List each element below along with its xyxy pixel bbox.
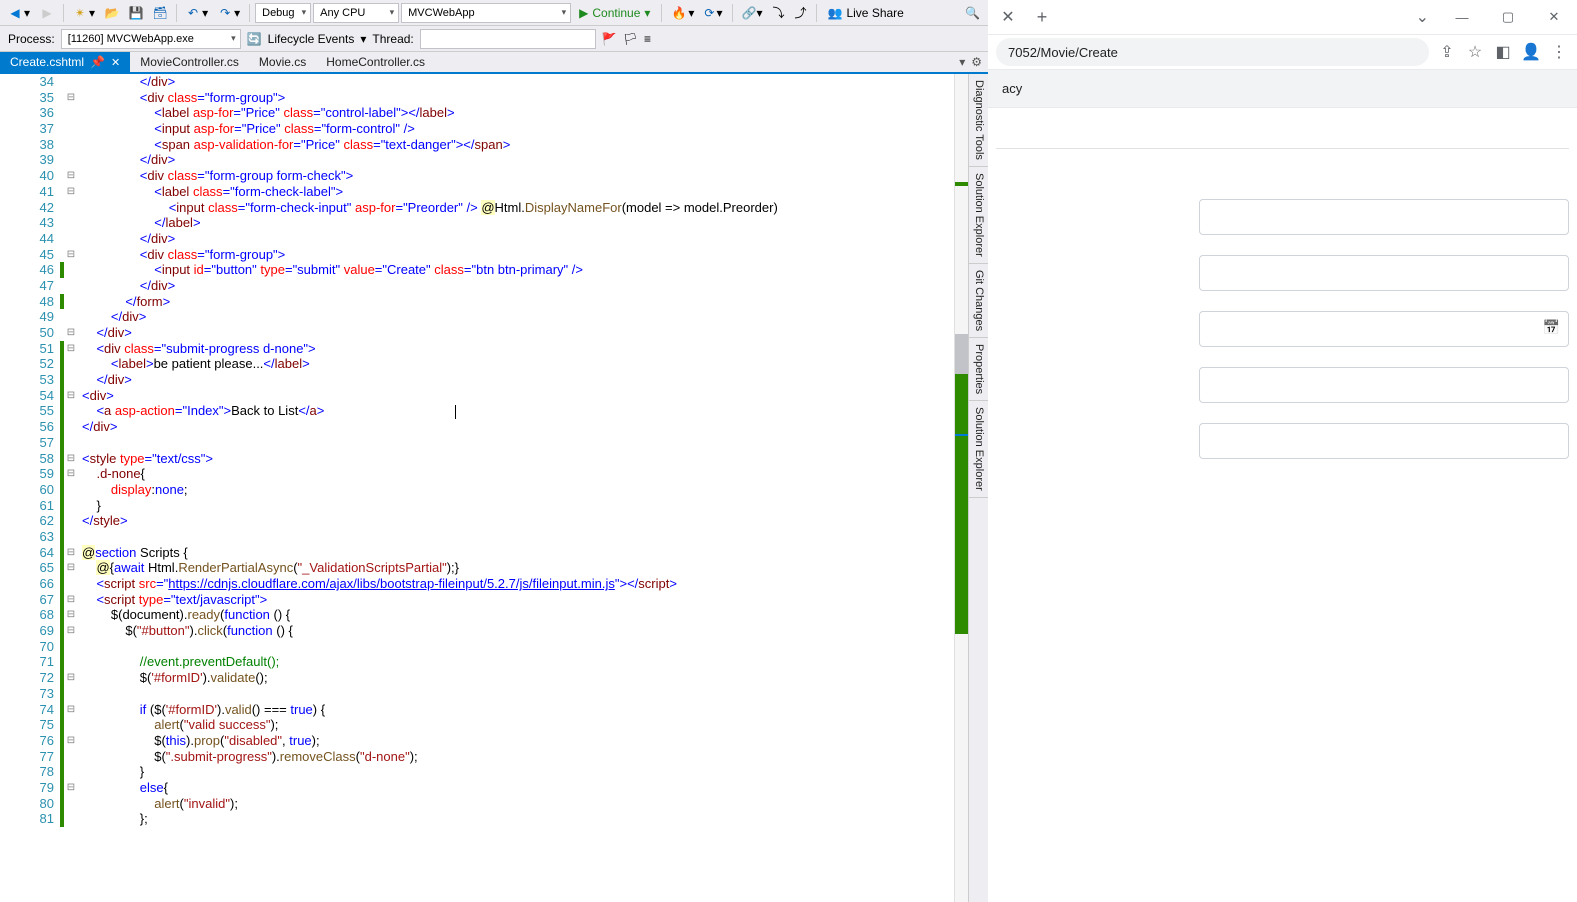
threads-icon[interactable]: ≡ [644,32,651,46]
tool-window-tabs: Diagnostic Tools Solution Explorer Git C… [968,74,988,902]
tab-label: Create.cshtml [10,55,84,69]
window-close-button[interactable]: ✕ [1531,1,1577,33]
nav-back-button[interactable]: ◀▾ [4,4,34,22]
menu-icon[interactable]: ⋮ [1549,42,1569,62]
vertical-scrollbar[interactable] [954,74,968,902]
tabs-chevron-icon[interactable]: ⌄ [1416,7,1429,27]
new-item-button[interactable]: ✴▾ [69,4,99,22]
visual-studio-window: ◀▾ ▶ ✴▾ 📂 💾 🗃 ↶▾ ↷▾ Debug Any CPU MVCWeb… [0,0,988,902]
undo-button[interactable]: ↶▾ [182,4,212,22]
form-input-5[interactable] [1199,423,1569,459]
restart-button[interactable]: ⟳▾ [700,4,726,22]
step-button2[interactable]: ⤴ [791,2,811,23]
project-combo[interactable]: MVCWebApp [401,3,571,23]
code-area[interactable]: </div> <div class="form-group"> <label a… [78,74,988,902]
panel-solution-explorer[interactable]: Solution Explorer [969,167,988,264]
tabs-dropdown-icon[interactable]: ▾ [959,55,965,69]
process-combo[interactable]: [11260] MVCWebApp.exe [61,29,241,49]
hot-reload-button[interactable]: 🔥▾ [667,4,698,22]
debug-toolbar: Process: [11260] MVCWebApp.exe 🔄 Lifecyc… [0,26,988,52]
thread-label: Thread: [372,32,413,46]
lifecycle-icon[interactable]: 🔄 [247,32,262,46]
main-toolbar: ◀▾ ▶ ✴▾ 📂 💾 🗃 ↶▾ ↷▾ Debug Any CPU MVCWeb… [0,0,988,26]
lifecycle-label: Lifecycle Events [268,32,355,46]
profile-icon[interactable]: 👤 [1521,42,1541,62]
panel-solution-explorer-2[interactable]: Solution Explorer [969,401,988,498]
line-number-gutter: 3435363738394041424344454647484950515253… [0,74,60,902]
share-icon[interactable]: ⇪ [1437,42,1457,62]
outline-margin[interactable]: ⊟⊟⊟⊟⊟⊟⊟⊟⊟⊟⊟⊟⊟⊟⊟⊟⊟⊟ [64,74,78,902]
redo-button[interactable]: ↷▾ [214,4,244,22]
nav-fwd-button[interactable]: ▶ [36,4,58,22]
browser-window: ✕ + ⌄ — ▢ ✕ 7052/Movie/Create ⇪ ☆ ◧ 👤 ⋮ … [988,0,1577,902]
continue-button[interactable]: ▶Continue ▾ [573,4,656,22]
thread-combo[interactable] [420,29,596,49]
save-button[interactable]: 💾 [125,4,147,22]
window-min-button[interactable]: — [1439,1,1485,33]
info-text: acy [1002,81,1022,96]
open-button[interactable]: 📂 [101,4,123,22]
panel-diagnostic-tools[interactable]: Diagnostic Tools [969,74,988,167]
browser-link-button[interactable]: 🔗▾ [738,4,767,22]
bookmark-icon[interactable]: ☆ [1465,42,1485,62]
tab-movie-controller[interactable]: MovieController.cs [130,52,249,72]
document-tabs: Create.cshtml 📌 ✕ MovieController.cs Mov… [0,52,988,74]
form-input-2[interactable] [1199,255,1569,291]
tab-create-cshtml[interactable]: Create.cshtml 📌 ✕ [0,52,130,72]
code-editor[interactable]: 3435363738394041424344454647484950515253… [0,74,988,902]
platform-combo[interactable]: Any CPU [313,3,399,23]
panel-git-changes[interactable]: Git Changes [969,264,988,338]
form-input-1[interactable] [1199,199,1569,235]
tab-label: MovieController.cs [140,55,239,69]
panel-properties[interactable]: Properties [969,338,988,401]
flag2-icon[interactable]: 🏳 [623,32,638,46]
url-text: 7052/Movie/Create [1008,45,1118,60]
pin-icon[interactable]: 📌 [90,55,105,69]
form-input-date[interactable] [1199,311,1569,347]
form-input-4[interactable] [1199,367,1569,403]
page-content [988,108,1577,902]
address-bar[interactable]: 7052/Movie/Create [996,38,1429,66]
tabs-settings-icon[interactable]: ⚙ [971,55,982,69]
info-bar: acy [988,70,1577,108]
live-share-button[interactable]: 👥Live Share [822,6,910,20]
tab-close-icon[interactable]: ✕ [994,3,1022,31]
close-icon[interactable]: ✕ [111,56,120,69]
new-tab-button[interactable]: + [1028,3,1056,31]
browser-titlebar: ✕ + ⌄ — ▢ ✕ [988,0,1577,34]
tab-home-controller[interactable]: HomeController.cs [316,52,435,72]
config-combo[interactable]: Debug [255,3,311,23]
step-button1[interactable]: ⤵ [768,2,788,23]
feedback-button[interactable]: 🔍 [961,4,984,22]
tab-movie-cs[interactable]: Movie.cs [249,52,316,72]
save-all-button[interactable]: 🗃 [149,4,171,22]
tab-label: Movie.cs [259,55,306,69]
flag1-icon[interactable]: 🚩 [602,32,617,46]
browser-toolbar: 7052/Movie/Create ⇪ ☆ ◧ 👤 ⋮ [988,34,1577,70]
tab-label: HomeController.cs [326,55,425,69]
window-max-button[interactable]: ▢ [1485,1,1531,33]
divider [996,148,1569,149]
side-panel-icon[interactable]: ◧ [1493,42,1513,62]
process-label: Process: [8,32,55,46]
